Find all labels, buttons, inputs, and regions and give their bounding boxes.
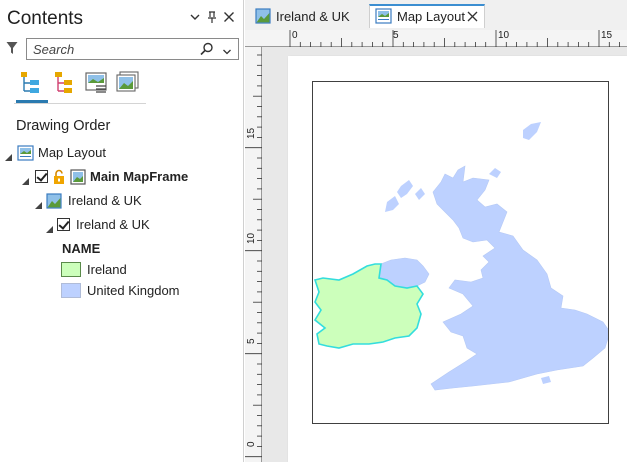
drawing-order-tab-icon[interactable]	[18, 70, 44, 96]
main-mapframe[interactable]	[312, 81, 609, 424]
chevron-down-icon[interactable]	[222, 44, 232, 62]
visibility-checkbox[interactable]	[35, 170, 48, 183]
chevron-down-icon[interactable]	[188, 10, 202, 26]
tree-item-main-mapframe[interactable]: Main MapFrame	[0, 166, 244, 188]
tree-item-label: Main MapFrame	[90, 169, 189, 184]
drawing-order-title: Drawing Order	[16, 118, 111, 134]
ruler-label: 5	[393, 30, 399, 41]
expand-icon[interactable]	[35, 197, 42, 212]
tree-item-label: Ireland & UK	[76, 217, 150, 232]
ruler-ticks	[289, 30, 621, 47]
ruler-label: 10	[498, 30, 510, 41]
uk-orkney-shape	[489, 168, 501, 178]
search-box[interactable]	[26, 38, 239, 60]
document-tabs: Ireland & UK Map Layout	[245, 0, 627, 30]
horizontal-ruler: 0 5 10 15	[245, 30, 627, 47]
tab-map-layout[interactable]: Map Layout	[369, 4, 485, 28]
layout-icon	[375, 8, 392, 27]
map-display	[313, 122, 608, 391]
layer-visibility-checkbox[interactable]	[57, 218, 70, 231]
tree-item-map[interactable]: Ireland & UK	[0, 190, 244, 212]
tree-item-label: Map Layout	[38, 145, 106, 160]
field-name-label: NAME	[62, 241, 101, 256]
filter-row	[0, 36, 244, 62]
uk-island-shape	[415, 188, 425, 200]
arcgis-window: Contents Search Drawing Order Map Layout…	[0, 0, 627, 462]
layout-view[interactable]: 0 5 10 15 15 10 5 0	[245, 30, 627, 462]
vertical-ruler: 15 10 5 0	[245, 47, 262, 462]
uk-great-britain-shape	[430, 165, 608, 391]
contents-view-tabs	[14, 66, 146, 104]
ruler-label: 5	[246, 338, 257, 344]
active-tab-indicator	[16, 100, 48, 103]
filter-icon[interactable]	[6, 41, 18, 60]
pin-icon[interactable]	[205, 10, 219, 26]
uk-skye-shape	[385, 196, 399, 212]
uk-isle-of-wight-shape	[541, 376, 551, 384]
tab-label: Ireland & UK	[276, 9, 350, 24]
tree-item-map-layout[interactable]: Map Layout	[0, 142, 244, 164]
contents-header: Contents	[0, 0, 244, 36]
contents-pane: Contents Search Drawing Order Map Layout…	[0, 0, 244, 462]
ruler-label: 15	[601, 30, 613, 41]
tab-ireland-uk[interactable]: Ireland & UK	[253, 4, 363, 28]
ruler-label: 0	[246, 441, 257, 447]
contents-title: Contents	[7, 8, 84, 29]
mapframe-icon	[70, 169, 86, 188]
ruler-label: 15	[246, 127, 257, 139]
ruler-ticks	[245, 54, 262, 458]
selection-tab-icon[interactable]	[84, 70, 110, 96]
layout-page[interactable]	[288, 56, 627, 462]
legend-swatch-united-kingdom[interactable]	[61, 283, 81, 298]
legend-item-ireland[interactable]: Ireland	[0, 259, 244, 281]
unlock-icon[interactable]	[52, 169, 68, 188]
search-icon[interactable]	[200, 42, 214, 61]
expand-icon[interactable]	[22, 173, 29, 188]
legend-field-header: NAME	[0, 238, 244, 260]
legend-label: Ireland	[87, 262, 127, 277]
uk-hebrides-shape	[397, 180, 413, 198]
expand-icon[interactable]	[5, 149, 12, 164]
ruler-label: 10	[246, 232, 257, 244]
tree-item-label: Ireland & UK	[68, 193, 142, 208]
map-icon	[46, 193, 62, 212]
expand-icon[interactable]	[46, 221, 53, 236]
legend-label: United Kingdom	[87, 283, 180, 298]
tab-label: Map Layout	[397, 9, 465, 24]
search-input[interactable]	[33, 41, 193, 57]
layout-icon	[17, 145, 34, 164]
uk-shetland-shape	[523, 122, 541, 140]
map-icon	[255, 8, 271, 27]
legend-item-united-kingdom[interactable]: United Kingdom	[0, 280, 244, 302]
close-icon[interactable]	[222, 10, 236, 26]
source-tab-icon[interactable]	[52, 70, 78, 96]
legend-swatch-ireland[interactable]	[61, 262, 81, 277]
ruler-label: 0	[292, 30, 298, 41]
snapping-tab-icon[interactable]	[114, 70, 140, 96]
tree-item-layer[interactable]: Ireland & UK	[0, 214, 244, 236]
close-tab-icon[interactable]	[467, 10, 478, 25]
